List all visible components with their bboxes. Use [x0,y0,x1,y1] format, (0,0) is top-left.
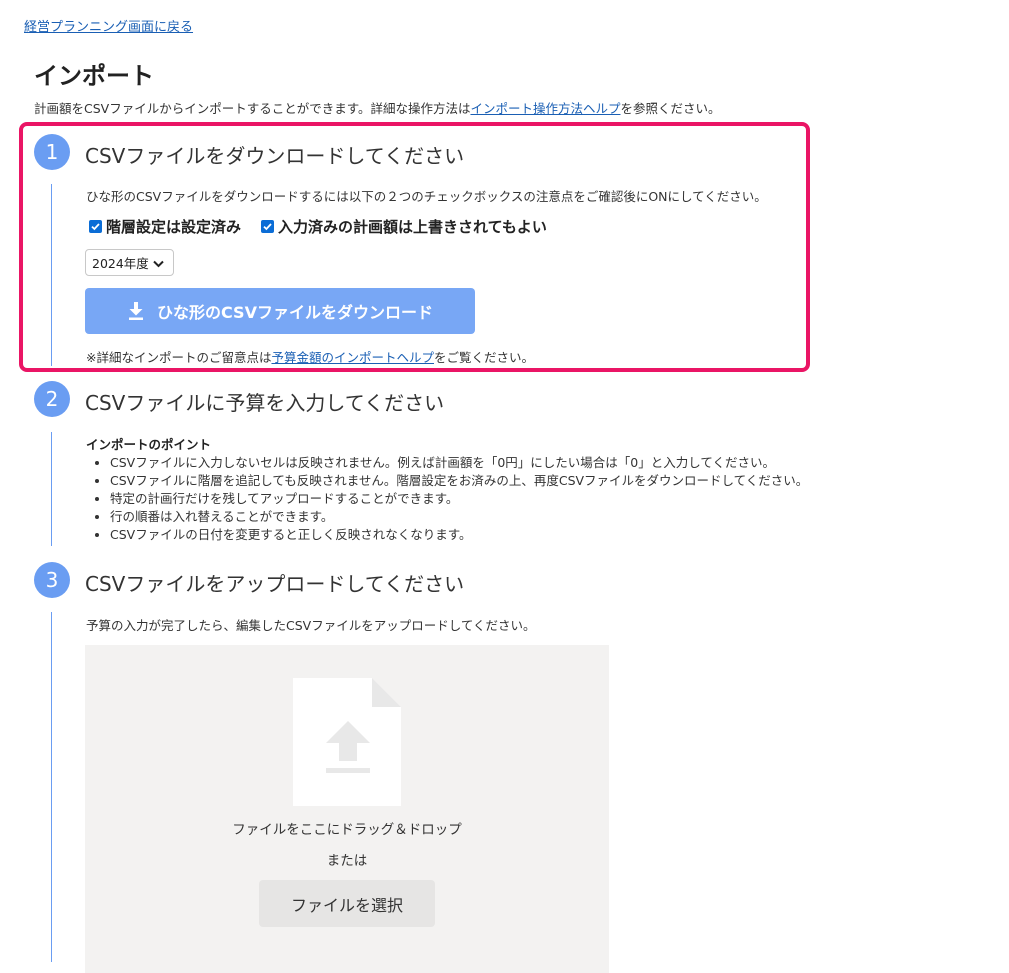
step1-note-after: をご覧ください。 [434,350,535,365]
download-template-label: ひな形のCSVファイルをダウンロード [157,303,433,322]
checkmark-icon [91,223,100,231]
drop-instruction: ファイルをここにドラッグ＆ドロップ [232,822,462,838]
checkbox-overwrite-ok[interactable]: 入力済みの計画額は上書きされてもよい [261,216,547,237]
download-icon [129,302,144,320]
list-item: CSVファイルの日付を変更すると正しく反映されなくなります。 [110,526,808,544]
step1-connector-line [51,184,52,366]
import-points-list: CSVファイルに入力しないセルは反映されません。例えば計画額を「0円」にしたい場… [90,454,808,544]
intro-text-before: 計画額をCSVファイルからインポートすることができます。詳細な操作方法は [34,101,471,116]
chevron-down-icon [153,260,164,268]
or-text: または [326,853,368,869]
step1-note: ※詳細なインポートのご留意点は予算金額のインポートヘルプをご覧ください。 [86,347,534,366]
step1-number-badge: 1 [34,134,70,170]
list-item: 行の順番は入れ替えることができます。 [110,508,808,526]
step1-checkbox-group: 階層設定は設定済み 入力済みの計画額は上書きされてもよい [89,216,547,237]
budget-import-help-link[interactable]: 予算金額のインポートヘルプ [271,350,434,365]
list-item: CSVファイルに階層を追記しても反映されません。階層設定をお済みの上、再度CSV… [110,472,808,490]
step2-title: CSVファイルに予算を入力してください [85,391,445,415]
import-points-title: インポートのポイント [86,437,212,452]
checkbox-overwrite-ok-box[interactable] [261,220,275,233]
step3-title: CSVファイルをアップロードしてください [85,572,465,596]
step1-title: CSVファイルをダウンロードしてください [85,144,465,168]
step3-description: 予算の入力が完了したら、編集したCSVファイルをアップロードしてください。 [86,618,536,633]
intro-text-after: を参照ください。 [620,101,721,116]
step3-connector-line [51,612,52,962]
step1-note-before: ※詳細なインポートのご留意点は [86,350,272,365]
file-drop-zone[interactable]: ファイルをここにドラッグ＆ドロップ または ファイルを選択 [85,645,609,973]
step2-connector-line [51,432,52,546]
checkbox-hierarchy-set[interactable]: 階層設定は設定済み [89,216,241,237]
list-item: 特定の計画行だけを残してアップロードすることができます。 [110,490,808,508]
fiscal-year-select[interactable]: 2024年度 [85,249,174,276]
list-item: CSVファイルに入力しないセルは反映されません。例えば計画額を「0円」にしたい場… [110,454,808,472]
intro-text: 計画額をCSVファイルからインポートすることができます。詳細な操作方法はインポー… [34,98,721,117]
download-template-button[interactable]: ひな形のCSVファイルをダウンロード [85,288,475,334]
select-file-button[interactable]: ファイルを選択 [259,880,435,927]
file-upload-icon [293,678,401,806]
fiscal-year-value: 2024年度 [92,256,149,271]
checkbox-overwrite-ok-label: 入力済みの計画額は上書きされてもよい [278,218,547,236]
page-title: インポート [34,62,154,90]
checkmark-icon [263,223,272,231]
checkbox-hierarchy-set-box[interactable] [89,220,102,233]
import-help-link[interactable]: インポート操作方法ヘルプ [470,101,620,116]
step1-description: ひな形のCSVファイルをダウンロードするには以下の２つのチェックボックスの注意点… [86,189,767,204]
checkbox-hierarchy-set-label: 階層設定は設定済み [106,218,242,236]
step2-number-badge: 2 [34,381,70,417]
step3-number-badge: 3 [34,562,70,598]
back-to-planning-link[interactable]: 経営プランニング画面に戻る [24,16,193,35]
